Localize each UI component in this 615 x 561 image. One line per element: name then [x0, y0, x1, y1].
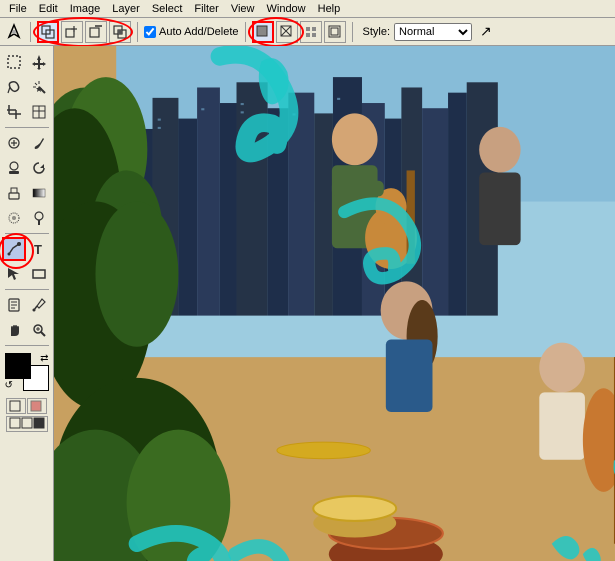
menubar-item-file[interactable]: File: [4, 2, 32, 16]
tool-mode-box: [5, 398, 49, 434]
auto-add-delete-checkbox[interactable]: [144, 26, 156, 38]
menubar-item-select[interactable]: Select: [147, 2, 188, 16]
brush-tool-btn[interactable]: [27, 131, 51, 155]
crop-tool-btn[interactable]: [2, 100, 26, 124]
dodge-tool-btn[interactable]: [27, 206, 51, 230]
tool-row-3: [2, 100, 51, 124]
tool-row-7: [2, 206, 51, 230]
tool-row-4: [2, 131, 51, 155]
intersect-shape-btn[interactable]: [109, 21, 131, 43]
tool-mode-row: [6, 398, 47, 414]
move-tool-btn[interactable]: [27, 50, 51, 74]
main-area: T: [0, 46, 615, 561]
tool-row-9: [2, 262, 51, 286]
screen-mode-row: [6, 416, 48, 432]
app-window: File Edit Image Layer Select Filter View…: [0, 0, 615, 561]
standard-mode-btn[interactable]: [6, 398, 26, 414]
path-select-tool-btn[interactable]: [2, 262, 26, 286]
shape-btn-2[interactable]: [276, 21, 298, 43]
menubar: File Edit Image Layer Select Filter View…: [0, 0, 615, 18]
eyedropper-tool-btn[interactable]: [27, 293, 51, 317]
cursor-icon: ↗: [480, 23, 492, 40]
eraser-tool-btn[interactable]: [2, 181, 26, 205]
menubar-item-layer[interactable]: Layer: [107, 2, 145, 16]
svg-text:T: T: [34, 242, 42, 257]
shape-tool-btn[interactable]: [27, 262, 51, 286]
magic-wand-tool-btn[interactable]: [27, 75, 51, 99]
slice-tool-btn[interactable]: [27, 100, 51, 124]
screen-mode-btn[interactable]: [6, 416, 48, 432]
style-label: Style:: [363, 26, 391, 38]
tool-row-10: [2, 293, 51, 317]
shape-extra-group: [252, 21, 346, 43]
menubar-item-edit[interactable]: Edit: [34, 2, 63, 16]
lasso-tool-btn[interactable]: [2, 75, 26, 99]
tool-row-1: [2, 50, 51, 74]
style-dropdown[interactable]: Normal Fixed Ratio Fixed Size: [394, 23, 472, 41]
pen-tool-indicator: [4, 22, 24, 42]
menubar-item-window[interactable]: Window: [262, 2, 311, 16]
tool-row-6: [2, 181, 51, 205]
hand-tool-btn[interactable]: [2, 318, 26, 342]
toolbar: T: [0, 46, 54, 561]
history-brush-tool-btn[interactable]: [27, 156, 51, 180]
canvas-area: [54, 46, 615, 561]
pen-tool-btn[interactable]: [2, 237, 26, 261]
quick-mask-mode-btn[interactable]: [27, 398, 47, 414]
menubar-item-view[interactable]: View: [226, 2, 260, 16]
canvas-svg: [54, 46, 615, 561]
text-tool-btn[interactable]: T: [27, 237, 51, 261]
swap-colors-icon[interactable]: ⇄: [40, 353, 48, 364]
menubar-item-help[interactable]: Help: [313, 2, 346, 16]
tool-row-8: T: [2, 237, 51, 261]
shape-btn-3[interactable]: [300, 21, 322, 43]
shape-btn-4[interactable]: [324, 21, 346, 43]
shape-mode-group: [37, 21, 131, 43]
blur-tool-btn[interactable]: [2, 206, 26, 230]
heal-tool-btn[interactable]: [2, 131, 26, 155]
foreground-color-swatch[interactable]: [5, 353, 31, 379]
reset-colors-icon[interactable]: ↺: [5, 380, 13, 391]
notes-tool-btn[interactable]: [2, 293, 26, 317]
optionsbar: Auto Add/Delete: [0, 18, 615, 46]
shape-btn-1[interactable]: [252, 21, 274, 43]
auto-add-delete-label: Auto Add/Delete: [159, 26, 239, 38]
tool-row-2: [2, 75, 51, 99]
add-shape-btn[interactable]: [61, 21, 83, 43]
new-shape-layer-btn[interactable]: [37, 21, 59, 43]
menubar-item-image[interactable]: Image: [65, 2, 106, 16]
marquee-tool-btn[interactable]: [2, 50, 26, 74]
subtract-shape-btn[interactable]: [85, 21, 107, 43]
auto-add-delete-group: Auto Add/Delete: [144, 26, 239, 38]
tool-row-5: [2, 156, 51, 180]
menubar-item-filter[interactable]: Filter: [189, 2, 223, 16]
color-swatches: ↺ ⇄: [5, 353, 49, 391]
gradient-tool-btn[interactable]: [27, 181, 51, 205]
tool-row-11: [2, 318, 51, 342]
stamp-tool-btn[interactable]: [2, 156, 26, 180]
zoom-tool-btn[interactable]: [27, 318, 51, 342]
